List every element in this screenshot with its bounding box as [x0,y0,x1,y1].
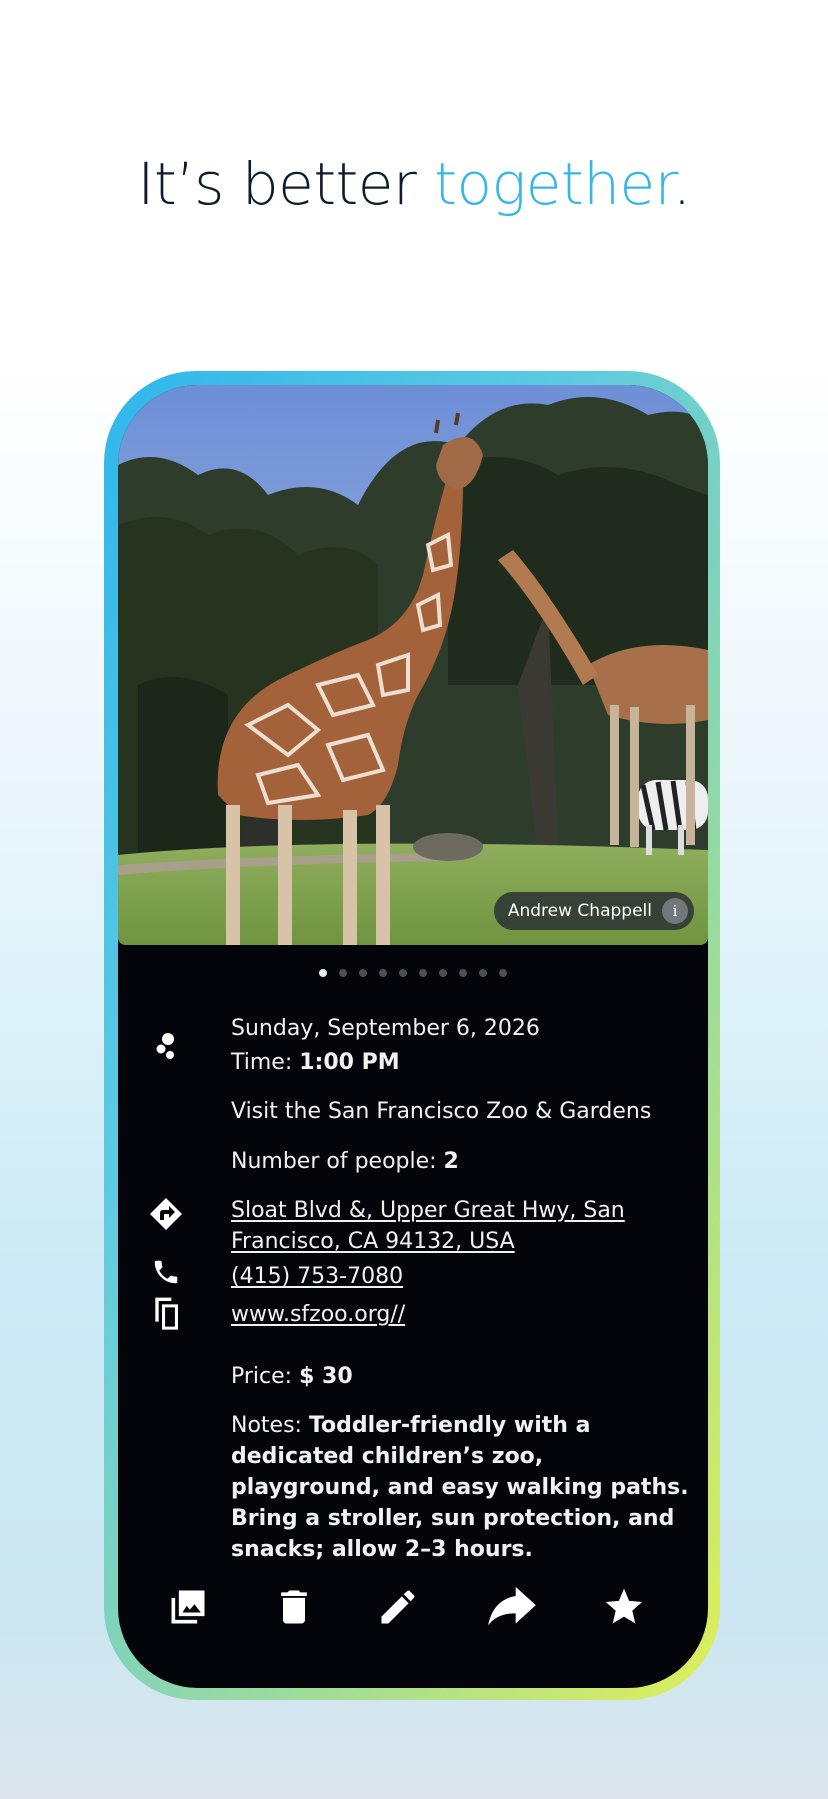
pagination-dot[interactable] [359,969,367,977]
phone-link[interactable]: (415) 753-7080 [231,1261,691,1292]
address-link[interactable]: Sloat Blvd &, Upper Great Hwy, San Franc… [231,1195,691,1257]
event-time: Time: 1:00 PM [231,1047,691,1078]
action-toolbar [118,1575,708,1635]
pagination-dot[interactable] [399,969,407,977]
pagination-dot[interactable] [479,969,487,977]
event-notes: Notes: Toddler-friendly with a dedicated… [231,1410,696,1565]
pagination-dot[interactable] [419,969,427,977]
event-photo[interactable]: Andrew Chappell i [118,385,708,945]
pagination-dot[interactable] [339,969,347,977]
pagination-dot[interactable] [499,969,507,977]
time-label: Time: [231,1050,300,1075]
headline-period: . [672,150,691,218]
pagination-dot[interactable] [439,969,447,977]
photo-credit-name: Andrew Chappell [507,901,652,921]
photo-pagination[interactable] [118,969,708,977]
directions-icon[interactable] [148,1196,184,1232]
headline-accent: together [434,150,673,218]
phone-frame: Andrew Chappell i Sunday, September 6, 2… [104,371,720,1700]
photo-credit: Andrew Chappell i [493,892,694,930]
giraffe-photo [118,385,708,945]
share-icon[interactable] [486,1585,538,1629]
address-line-1: Sloat Blvd &, Upper Great Hwy, San [231,1198,625,1223]
website-link[interactable]: www.sfzoo.org// [231,1299,691,1330]
time-value: 1:00 PM [299,1050,400,1075]
price-label: Price: [231,1364,300,1389]
event-card: Andrew Chappell i Sunday, September 6, 2… [118,385,708,1688]
copy-icon[interactable] [150,1295,182,1333]
phone-icon[interactable] [151,1257,181,1287]
price-value: $ 30 [299,1364,353,1389]
event-date: Sunday, September 6, 2026 [231,1016,540,1041]
event-title: Visit the San Francisco Zoo & Gardens [231,1099,652,1124]
pagination-dot[interactable] [459,969,467,977]
people-label: Number of people: [231,1149,444,1174]
people-count: Number of people: 2 [231,1146,691,1177]
pagination-dot[interactable] [379,969,387,977]
star-icon[interactable] [602,1585,646,1629]
people-value: 2 [443,1149,459,1174]
edit-icon[interactable] [376,1585,420,1629]
info-icon[interactable]: i [662,898,688,924]
pagination-dot[interactable] [319,969,327,977]
headline: It’s better together. [0,150,828,218]
address-line-2: Francisco, CA 94132, USA [231,1229,515,1254]
headline-text: It’s better [137,150,435,218]
gallery-icon[interactable] [166,1585,210,1629]
bubbles-icon [148,1029,184,1065]
event-price: Price: $ 30 [231,1361,691,1392]
trash-icon[interactable] [272,1585,316,1629]
notes-label: Notes: [231,1413,309,1438]
